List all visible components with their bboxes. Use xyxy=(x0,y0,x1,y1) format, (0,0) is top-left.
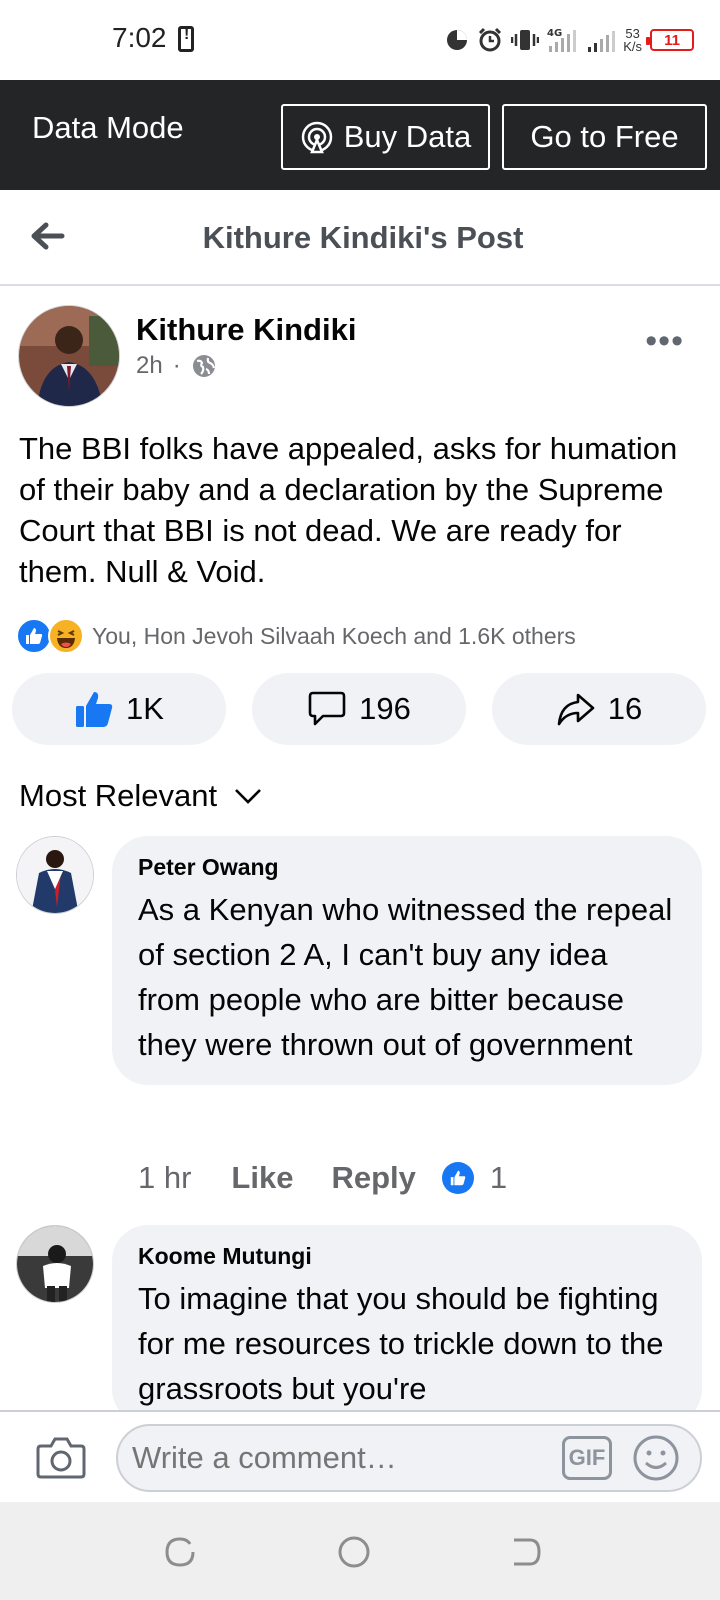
comment-time[interactable]: 1 hr xyxy=(138,1160,191,1196)
recent-apps-icon[interactable] xyxy=(162,1534,198,1570)
share-button[interactable]: 16 xyxy=(492,673,706,745)
like-reaction-icon xyxy=(16,618,52,654)
comment-author[interactable]: Koome Mutungi xyxy=(138,1243,676,1270)
vibrate-icon xyxy=(511,27,540,53)
broadcast-icon xyxy=(300,120,334,154)
buy-data-label: Buy Data xyxy=(343,119,472,154)
data-usage-icon xyxy=(445,28,469,52)
post-meta: 2h · xyxy=(136,352,217,380)
comment-reply-button[interactable]: Reply xyxy=(331,1160,415,1196)
reaction-summary-text[interactable]: You, Hon Jevoh Silvaah Koech and 1.6K ot… xyxy=(92,623,576,650)
buy-data-button[interactable]: Buy Data xyxy=(281,104,490,170)
globe-icon xyxy=(191,353,217,379)
more-options-icon[interactable]: ••• xyxy=(645,322,684,361)
comment-text: To imagine that you should be fighting f… xyxy=(138,1281,664,1406)
data-mode-title: Data Mode xyxy=(32,110,184,145)
comment-bubble: Peter Owang As a Kenyan who witnessed th… xyxy=(112,836,702,1085)
go-to-free-label: Go to Free xyxy=(530,119,679,154)
post-header-bar: Kithure Kindiki's Post xyxy=(0,190,720,286)
system-navigation-bar xyxy=(0,1502,720,1600)
status-time: 7:02 xyxy=(112,22,167,53)
comment-reaction-count[interactable]: 1 xyxy=(490,1160,507,1196)
comment-bubble: Koome Mutungi To imagine that you should… xyxy=(112,1225,702,1425)
post-author[interactable]: Kithure Kindiki xyxy=(136,312,356,348)
chevron-down-icon xyxy=(233,786,263,806)
comment-author[interactable]: Peter Owang xyxy=(138,854,676,881)
author-avatar[interactable] xyxy=(18,305,120,407)
comment-input[interactable] xyxy=(116,1424,702,1492)
alarm-icon xyxy=(477,27,503,53)
back-icon[interactable] xyxy=(508,1534,544,1570)
comment-sort-dropdown[interactable]: Most Relevant xyxy=(19,778,263,814)
post-time[interactable]: 2h xyxy=(136,352,163,380)
battery-icon: 11 xyxy=(646,29,694,51)
reaction-summary-row[interactable]: You, Hon Jevoh Silvaah Koech and 1.6K ot… xyxy=(16,617,576,655)
go-to-free-button[interactable]: Go to Free xyxy=(502,104,707,170)
status-icons: 4G 53 K/s 11 xyxy=(445,20,694,60)
commenter-avatar[interactable] xyxy=(16,1225,94,1303)
comment-text: As a Kenyan who witnessed the repeal of … xyxy=(138,892,673,1062)
home-icon[interactable] xyxy=(336,1534,372,1570)
like-button[interactable]: 1K xyxy=(12,673,226,745)
battery-level: 11 xyxy=(664,31,680,49)
thumbs-up-icon xyxy=(74,689,114,729)
comment-bubble-icon xyxy=(307,689,347,729)
data-mode-bar: Data Mode Buy Data Go to Free xyxy=(0,80,720,190)
like-reaction-icon[interactable] xyxy=(441,1162,474,1194)
share-count: 16 xyxy=(607,691,643,726)
share-arrow-icon xyxy=(556,689,596,729)
comment-count: 196 xyxy=(359,691,411,726)
page-title: Kithure Kindiki's Post xyxy=(202,220,524,255)
post-text: The BBI folks have appealed, asks for hu… xyxy=(19,431,678,589)
commenter-avatar[interactable] xyxy=(16,836,94,914)
gif-button[interactable]: GIF xyxy=(562,1436,612,1480)
speed-unit: K/s xyxy=(623,39,642,54)
comment-composer: GIF xyxy=(0,1410,720,1502)
like-count: 1K xyxy=(126,691,164,726)
meta-separator: · xyxy=(172,352,181,379)
comment-button[interactable]: 196 xyxy=(252,673,466,745)
signal-icon xyxy=(587,27,616,53)
comment-like-button[interactable]: Like xyxy=(231,1160,293,1196)
comment-actions: 1 hr Like Reply 1 xyxy=(138,1160,507,1196)
haha-reaction-icon xyxy=(48,618,84,654)
svg-text:4G: 4G xyxy=(547,28,562,39)
signal-4g-icon: 4G xyxy=(547,26,579,54)
camera-icon[interactable] xyxy=(36,1434,86,1480)
gif-label: GIF xyxy=(568,1445,606,1470)
battery-saver-icon xyxy=(178,26,194,52)
emoji-icon[interactable] xyxy=(632,1434,680,1482)
status-bar: 7:02 4G 53 K/s 11 xyxy=(0,0,720,80)
network-speed: 53 K/s xyxy=(623,27,642,53)
sort-label: Most Relevant xyxy=(19,778,218,813)
